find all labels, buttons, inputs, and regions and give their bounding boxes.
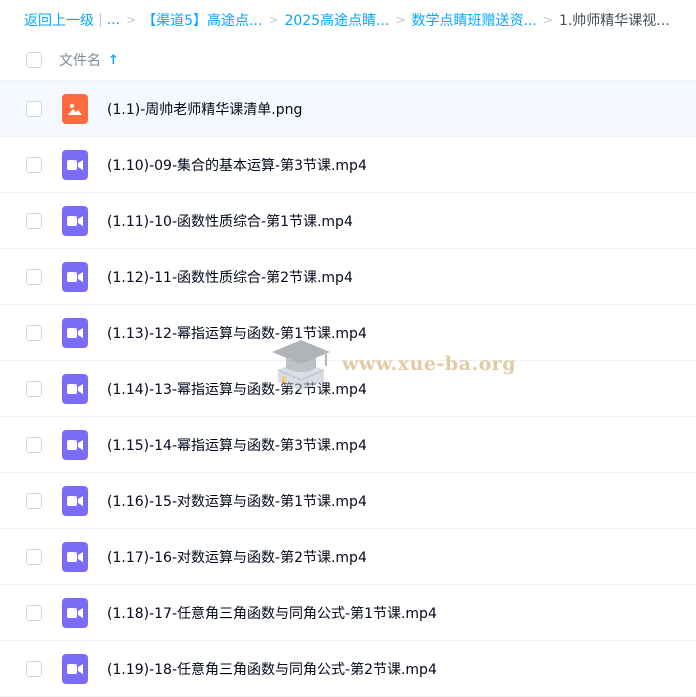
video-file-icon [62,541,88,572]
image-file-icon [62,93,88,124]
video-file-icon [62,261,88,292]
video-file-icon [62,597,88,628]
chevron-right-icon: > [268,13,279,27]
file-row[interactable]: (1.1)-周帅老师精华课清单.png [0,81,696,137]
video-file-icon [62,485,88,516]
file-row[interactable]: (1.10)-09-集合的基本运算-第3节课.mp4 [0,137,696,193]
breadcrumb-divider: | [98,12,103,28]
file-row[interactable]: (1.12)-11-函数性质综合-第2节课.mp4 [0,249,696,305]
breadcrumb-item-3[interactable]: 数学点睛班赠送资... [412,10,537,30]
file-row[interactable]: (1.15)-14-幂指运算与函数-第3节课.mp4 [0,417,696,473]
breadcrumb-ellipsis[interactable]: ... [107,12,120,28]
row-checkbox[interactable] [26,156,42,173]
chevron-right-icon: > [395,13,406,27]
sort-ascending-icon[interactable]: ↑ [108,53,119,68]
select-all-checkbox[interactable] [26,52,42,68]
file-name[interactable]: (1.19)-18-任意角三角函数与同角公式-第2节课.mp4 [107,659,437,679]
file-row[interactable]: (1.13)-12-幂指运算与函数-第1节课.mp4 [0,305,696,361]
row-checkbox[interactable] [26,604,42,621]
breadcrumb-item-2[interactable]: 2025高途点睛... [284,10,389,30]
file-name[interactable]: (1.11)-10-函数性质综合-第1节课.mp4 [107,211,353,231]
file-name[interactable]: (1.18)-17-任意角三角函数与同角公式-第1节课.mp4 [107,603,437,623]
file-name[interactable]: (1.1)-周帅老师精华课清单.png [107,99,302,119]
breadcrumb-item-1[interactable]: 【渠道5】高途点... [142,10,262,30]
row-checkbox[interactable] [26,268,42,285]
file-name[interactable]: (1.12)-11-函数性质综合-第2节课.mp4 [107,267,353,287]
file-list-header: 文件名 ↑ [0,40,696,81]
file-row[interactable]: (1.18)-17-任意角三角函数与同角公式-第1节课.mp4 [0,585,696,641]
row-checkbox[interactable] [26,548,42,565]
column-header-filename[interactable]: 文件名 ↑ [59,50,119,70]
column-header-label: 文件名 [59,53,101,69]
video-file-icon [62,205,88,236]
file-name[interactable]: (1.15)-14-幂指运算与函数-第3节课.mp4 [107,435,367,455]
chevron-right-icon: > [542,13,553,27]
video-file-icon [62,653,88,684]
file-row[interactable]: (1.11)-10-函数性质综合-第1节课.mp4 [0,193,696,249]
row-checkbox[interactable] [26,324,42,341]
file-name[interactable]: (1.17)-16-对数运算与函数-第2节课.mp4 [107,547,367,567]
row-checkbox[interactable] [26,100,42,117]
row-checkbox[interactable] [26,436,42,453]
file-row[interactable]: (1.19)-18-任意角三角函数与同角公式-第2节课.mp4 [0,641,696,697]
file-name[interactable]: (1.16)-15-对数运算与函数-第1节课.mp4 [107,491,367,511]
file-name[interactable]: (1.13)-12-幂指运算与函数-第1节课.mp4 [107,323,367,343]
file-name[interactable]: (1.14)-13-幂指运算与函数-第2节课.mp4 [107,379,367,399]
row-checkbox[interactable] [26,380,42,397]
video-file-icon [62,149,88,180]
file-row[interactable]: (1.14)-13-幂指运算与函数-第2节课.mp4 [0,361,696,417]
row-checkbox[interactable] [26,660,42,677]
file-name[interactable]: (1.10)-09-集合的基本运算-第3节课.mp4 [107,155,367,175]
file-row[interactable]: (1.16)-15-对数运算与函数-第1节课.mp4 [0,473,696,529]
file-row[interactable]: (1.17)-16-对数运算与函数-第2节课.mp4 [0,529,696,585]
video-file-icon [62,317,88,348]
video-file-icon [62,373,88,404]
back-link[interactable]: 返回上一级 [24,10,94,30]
row-checkbox[interactable] [26,212,42,229]
row-checkbox[interactable] [26,492,42,509]
breadcrumb: 返回上一级 | ... > 【渠道5】高途点... > 2025高途点睛... … [0,0,696,40]
chevron-right-icon: > [126,13,137,27]
breadcrumb-current: 1.帅师精华课视... [558,13,670,29]
video-file-icon [62,429,88,460]
